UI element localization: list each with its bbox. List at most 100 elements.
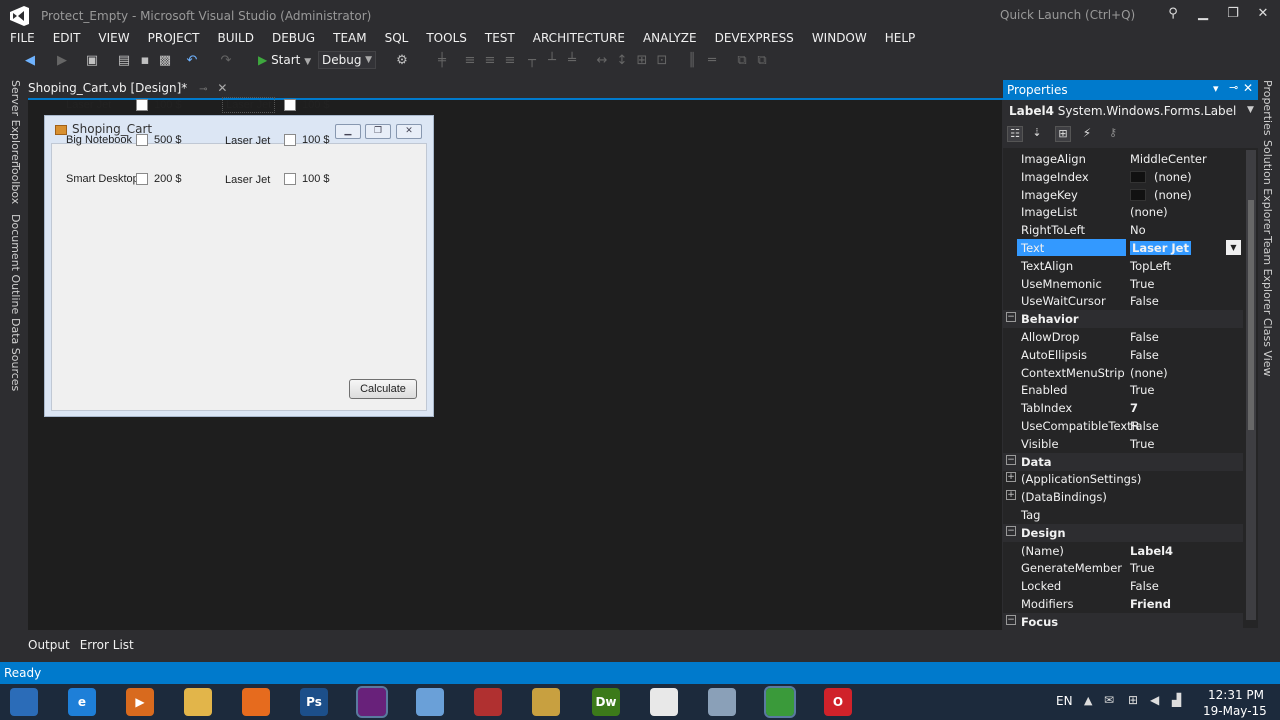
align-bottoms-icon[interactable]: ┴ <box>544 53 560 69</box>
selected-label4[interactable]: Laser Jet <box>222 97 276 113</box>
property-row[interactable]: Locked False <box>1003 577 1243 595</box>
clock-time[interactable]: 12:31 PM <box>1208 688 1264 702</box>
network-tool-icon[interactable] <box>532 688 560 716</box>
save-icon[interactable]: ▪ <box>137 53 153 69</box>
settings-icon[interactable] <box>708 688 736 716</box>
solution-configuration-select[interactable]: Debug ▼ <box>318 51 376 69</box>
menu-item-edit[interactable]: EDIT <box>53 30 81 48</box>
chevron-down-icon[interactable]: ▼ <box>1247 105 1254 115</box>
calculate-button[interactable]: Calculate <box>349 379 417 399</box>
collapse-icon[interactable]: − <box>1006 614 1016 625</box>
left-tab-data-sources[interactable]: Data Sources <box>9 318 22 391</box>
menu-item-analyze[interactable]: ANALYZE <box>643 30 697 48</box>
properties-view-icon[interactable]: ⊞ <box>1055 126 1071 142</box>
property-row[interactable]: ContextMenuStrip (none) <box>1003 364 1243 382</box>
save-all-icon[interactable]: ▩ <box>157 53 173 69</box>
property-row[interactable]: (Name) Label4 <box>1003 542 1243 560</box>
product-label[interactable]: Laser Jet <box>222 173 273 187</box>
product-checkbox[interactable] <box>136 173 148 185</box>
pin-icon[interactable]: ⊸ <box>1229 81 1238 94</box>
property-value[interactable]: Laser Jet <box>1130 241 1191 255</box>
volume-icon[interactable]: ◀ <box>1150 693 1159 707</box>
property-row[interactable]: UseWaitCursor False <box>1003 292 1243 310</box>
virtualbox-icon[interactable] <box>416 688 444 716</box>
category-focus[interactable]: − Focus <box>1003 612 1243 628</box>
visual-studio-icon[interactable] <box>356 686 388 718</box>
book-icon[interactable] <box>474 688 502 716</box>
category-design[interactable]: − Design <box>1003 523 1243 542</box>
property-row[interactable]: Enabled True <box>1003 381 1243 399</box>
alphabetical-icon[interactable]: ⇣ <box>1029 126 1045 142</box>
align-middles-icon[interactable]: ┬ <box>524 53 540 69</box>
file-explorer-icon[interactable] <box>184 688 212 716</box>
menu-item-view[interactable]: VIEW <box>98 30 129 48</box>
menu-item-project[interactable]: PROJECT <box>148 30 200 48</box>
minimize-icon[interactable]: ▁ <box>1192 6 1214 21</box>
menu-item-debug[interactable]: DEBUG <box>272 30 315 48</box>
language-indicator[interactable]: EN <box>1056 694 1073 708</box>
align-rights-icon[interactable]: ≡ <box>482 53 498 69</box>
property-row[interactable]: TextAlign TopLeft <box>1003 257 1243 275</box>
menu-item-architecture[interactable]: ARCHITECTURE <box>533 30 625 48</box>
property-row[interactable]: + (DataBindings) <box>1003 488 1243 506</box>
photoshop-icon[interactable]: Ps <box>300 688 328 716</box>
product-label[interactable]: Laser Jet <box>222 134 273 148</box>
vertical-spacing-icon[interactable]: ═ <box>704 53 720 69</box>
property-row[interactable]: Visible True <box>1003 435 1243 453</box>
expand-icon[interactable]: + <box>1006 472 1016 483</box>
property-row[interactable]: UseCompatibleTextR False <box>1003 417 1243 435</box>
property-row[interactable]: ImageIndex (none) <box>1003 168 1243 186</box>
left-tab-server-explorer[interactable]: Server Explorer <box>9 80 22 165</box>
opera-icon[interactable]: O <box>824 688 852 716</box>
form-client-area[interactable]: Laser Jet 100 $ Laser Jet 100 $ Big Notebook… <box>51 97 427 411</box>
right-tab-properties[interactable]: Properties <box>1261 80 1274 136</box>
property-row[interactable]: Modifiers Friend <box>1003 595 1243 613</box>
quick-launch-input[interactable]: Quick Launch (Ctrl+Q) <box>1000 8 1135 22</box>
close-icon[interactable]: ✕ <box>1243 81 1253 95</box>
menu-item-devexpress[interactable]: DEVEXPRESS <box>715 30 794 48</box>
firefox-icon[interactable] <box>242 688 270 716</box>
menu-item-team[interactable]: TEAM <box>333 30 366 48</box>
horizontal-spacing-icon[interactable]: ║ <box>684 53 700 69</box>
close-icon[interactable]: ✕ <box>1252 6 1274 21</box>
property-row[interactable]: ImageKey (none) <box>1003 186 1243 204</box>
property-row[interactable]: AutoEllipsis False <box>1003 346 1243 364</box>
menu-item-build[interactable]: BUILD <box>217 30 253 48</box>
menu-item-window[interactable]: WINDOW <box>812 30 867 48</box>
dreamweaver-icon[interactable]: Dw <box>592 688 620 716</box>
property-row[interactable]: Tag <box>1003 506 1243 524</box>
scrollbar-thumb[interactable] <box>1248 200 1254 430</box>
align-tops-icon[interactable]: ≡ <box>502 53 518 69</box>
bottom-tab-output[interactable]: Output <box>28 638 70 652</box>
collapse-icon[interactable]: − <box>1006 525 1016 536</box>
tab-shoping-cart-design[interactable]: Shoping_Cart.vb [Design]* ⊸ ✕ <box>28 81 227 99</box>
show-hidden-icons-icon[interactable]: ▲ <box>1084 694 1092 707</box>
product-checkbox[interactable] <box>284 173 296 185</box>
network-icon[interactable]: ⊞ <box>1128 693 1138 707</box>
media-player-icon[interactable]: ▶ <box>126 688 154 716</box>
make-same-height-icon[interactable]: ↕ <box>614 53 630 69</box>
left-tab-document-outline[interactable]: Document Outline <box>9 214 22 314</box>
pin-icon[interactable]: ⊸ <box>199 84 207 95</box>
menu-item-tools[interactable]: TOOLS <box>426 30 467 48</box>
menu-item-help[interactable]: HELP <box>885 30 916 48</box>
left-tab-toolbox[interactable]: Toolbox <box>9 163 22 204</box>
search-icon[interactable]: ⚲ <box>1162 6 1184 21</box>
property-row[interactable]: ImageList (none) <box>1003 203 1243 221</box>
property-grid-scrollbar[interactable] <box>1246 150 1256 620</box>
undo-icon[interactable]: ↶ <box>184 53 200 69</box>
category-data[interactable]: − Data <box>1003 452 1243 471</box>
size-to-grid-icon[interactable]: ⊡ <box>654 53 670 69</box>
form-designer-window[interactable]: Shoping_Cart ▁ ❐ ✕ Laser Jet 100 $ Laser J… <box>44 97 434 417</box>
redo-icon[interactable]: ↷ <box>218 53 234 69</box>
product-checkbox[interactable] <box>284 99 296 111</box>
events-icon[interactable]: ⚡ <box>1079 126 1095 142</box>
bottom-tab-error-list[interactable]: Error List <box>80 638 134 652</box>
start-orb-icon[interactable] <box>10 688 38 716</box>
attach-icon[interactable]: ⚙ <box>394 53 410 69</box>
property-grid[interactable]: ImageAlign MiddleCenter ImageIndex (none) Im… <box>1003 148 1258 628</box>
collapse-icon[interactable]: − <box>1006 454 1016 465</box>
collapse-icon[interactable]: − <box>1006 312 1016 323</box>
back-icon[interactable]: ◀ <box>22 53 38 69</box>
make-same-width-icon[interactable]: ↔ <box>594 53 610 69</box>
